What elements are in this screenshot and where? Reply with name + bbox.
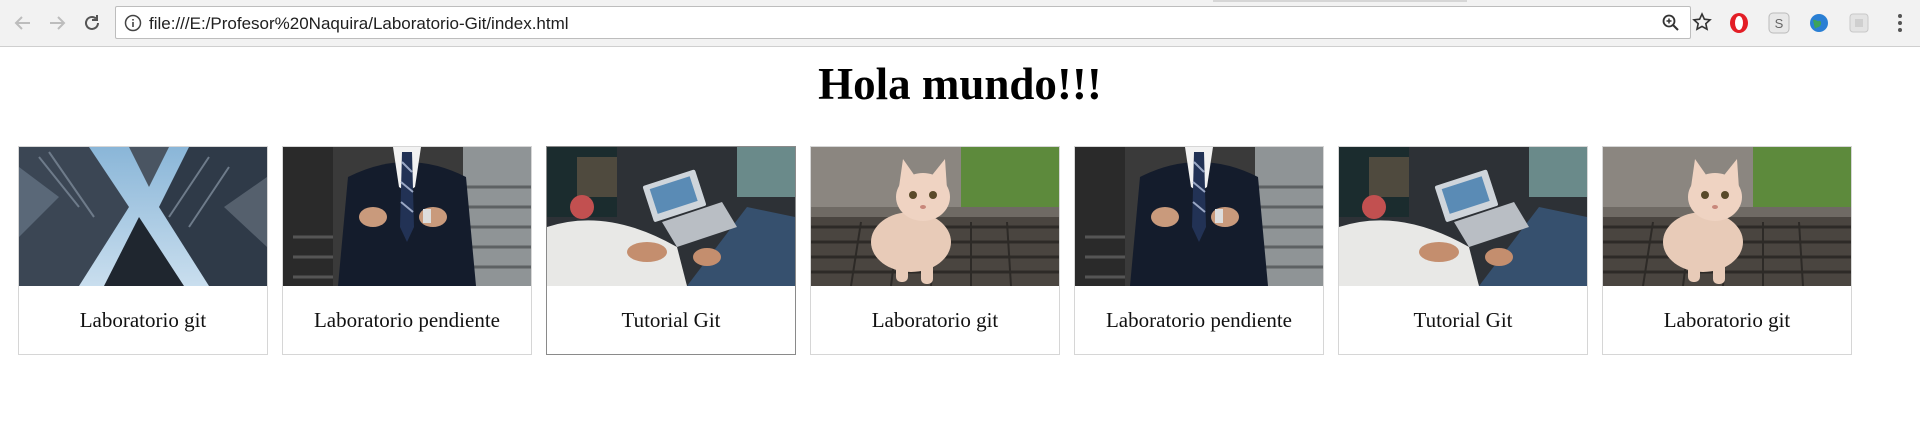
- card-laboratorio-pendiente[interactable]: Laboratorio pendiente: [282, 146, 532, 355]
- back-button[interactable]: [10, 10, 36, 36]
- kitten-image: [811, 147, 1059, 286]
- menu-icon[interactable]: [1889, 12, 1911, 34]
- card-label: Laboratorio pendiente: [1105, 307, 1292, 332]
- reload-icon: [85, 15, 99, 30]
- card-laboratorio-git[interactable]: Laboratorio git: [1602, 146, 1852, 355]
- arrow-right-icon: [50, 16, 66, 30]
- arrow-left-icon: [14, 16, 30, 30]
- skyscrapers-image: [19, 147, 267, 286]
- businessman-suit-image: [283, 147, 531, 286]
- card-label: Laboratorio git: [79, 307, 207, 332]
- card-laboratorio-git[interactable]: Laboratorio git: [18, 146, 268, 355]
- card-label: Tutorial Git: [621, 307, 721, 332]
- star-icon[interactable]: [1692, 12, 1712, 32]
- browser-toolbar: file:///E:/Profesor%20Naquira/Laboratori…: [0, 0, 1920, 47]
- tab-strip-edge: [1213, 0, 1467, 2]
- info-icon[interactable]: [124, 14, 142, 32]
- puzzle-extension-icon[interactable]: [1848, 12, 1870, 34]
- address-bar[interactable]: file:///E:/Profesor%20Naquira/Laboratori…: [115, 6, 1712, 39]
- card-label: Laboratorio git: [1663, 307, 1791, 332]
- reload-button[interactable]: [79, 10, 105, 36]
- zoom-icon[interactable]: [1661, 13, 1681, 33]
- people-laptop-image: [1339, 147, 1587, 286]
- card-label: Laboratorio git: [871, 307, 999, 332]
- opera-vpn-icon[interactable]: [1728, 12, 1750, 34]
- card-laboratorio-pendiente[interactable]: Laboratorio pendiente: [1074, 146, 1324, 355]
- kitten-image: [1603, 147, 1851, 286]
- card-label: Tutorial Git: [1413, 307, 1513, 332]
- people-laptop-image: [547, 147, 795, 286]
- card-label: Laboratorio pendiente: [313, 307, 500, 332]
- s-extension-icon[interactable]: S: [1768, 12, 1790, 34]
- url-text[interactable]: file:///E:/Profesor%20Naquira/Laboratori…: [149, 14, 569, 34]
- forward-button[interactable]: [44, 10, 70, 36]
- card-laboratorio-git[interactable]: Laboratorio git: [810, 146, 1060, 355]
- card-tutorial-git[interactable]: Tutorial Git: [546, 146, 796, 355]
- page-title: Hola mundo!!!: [818, 59, 1102, 109]
- globe-extension-icon[interactable]: [1808, 12, 1830, 34]
- svg-text:S: S: [1775, 16, 1784, 31]
- card-tutorial-git[interactable]: Tutorial Git: [1338, 146, 1588, 355]
- businessman-suit-image: [1075, 147, 1323, 286]
